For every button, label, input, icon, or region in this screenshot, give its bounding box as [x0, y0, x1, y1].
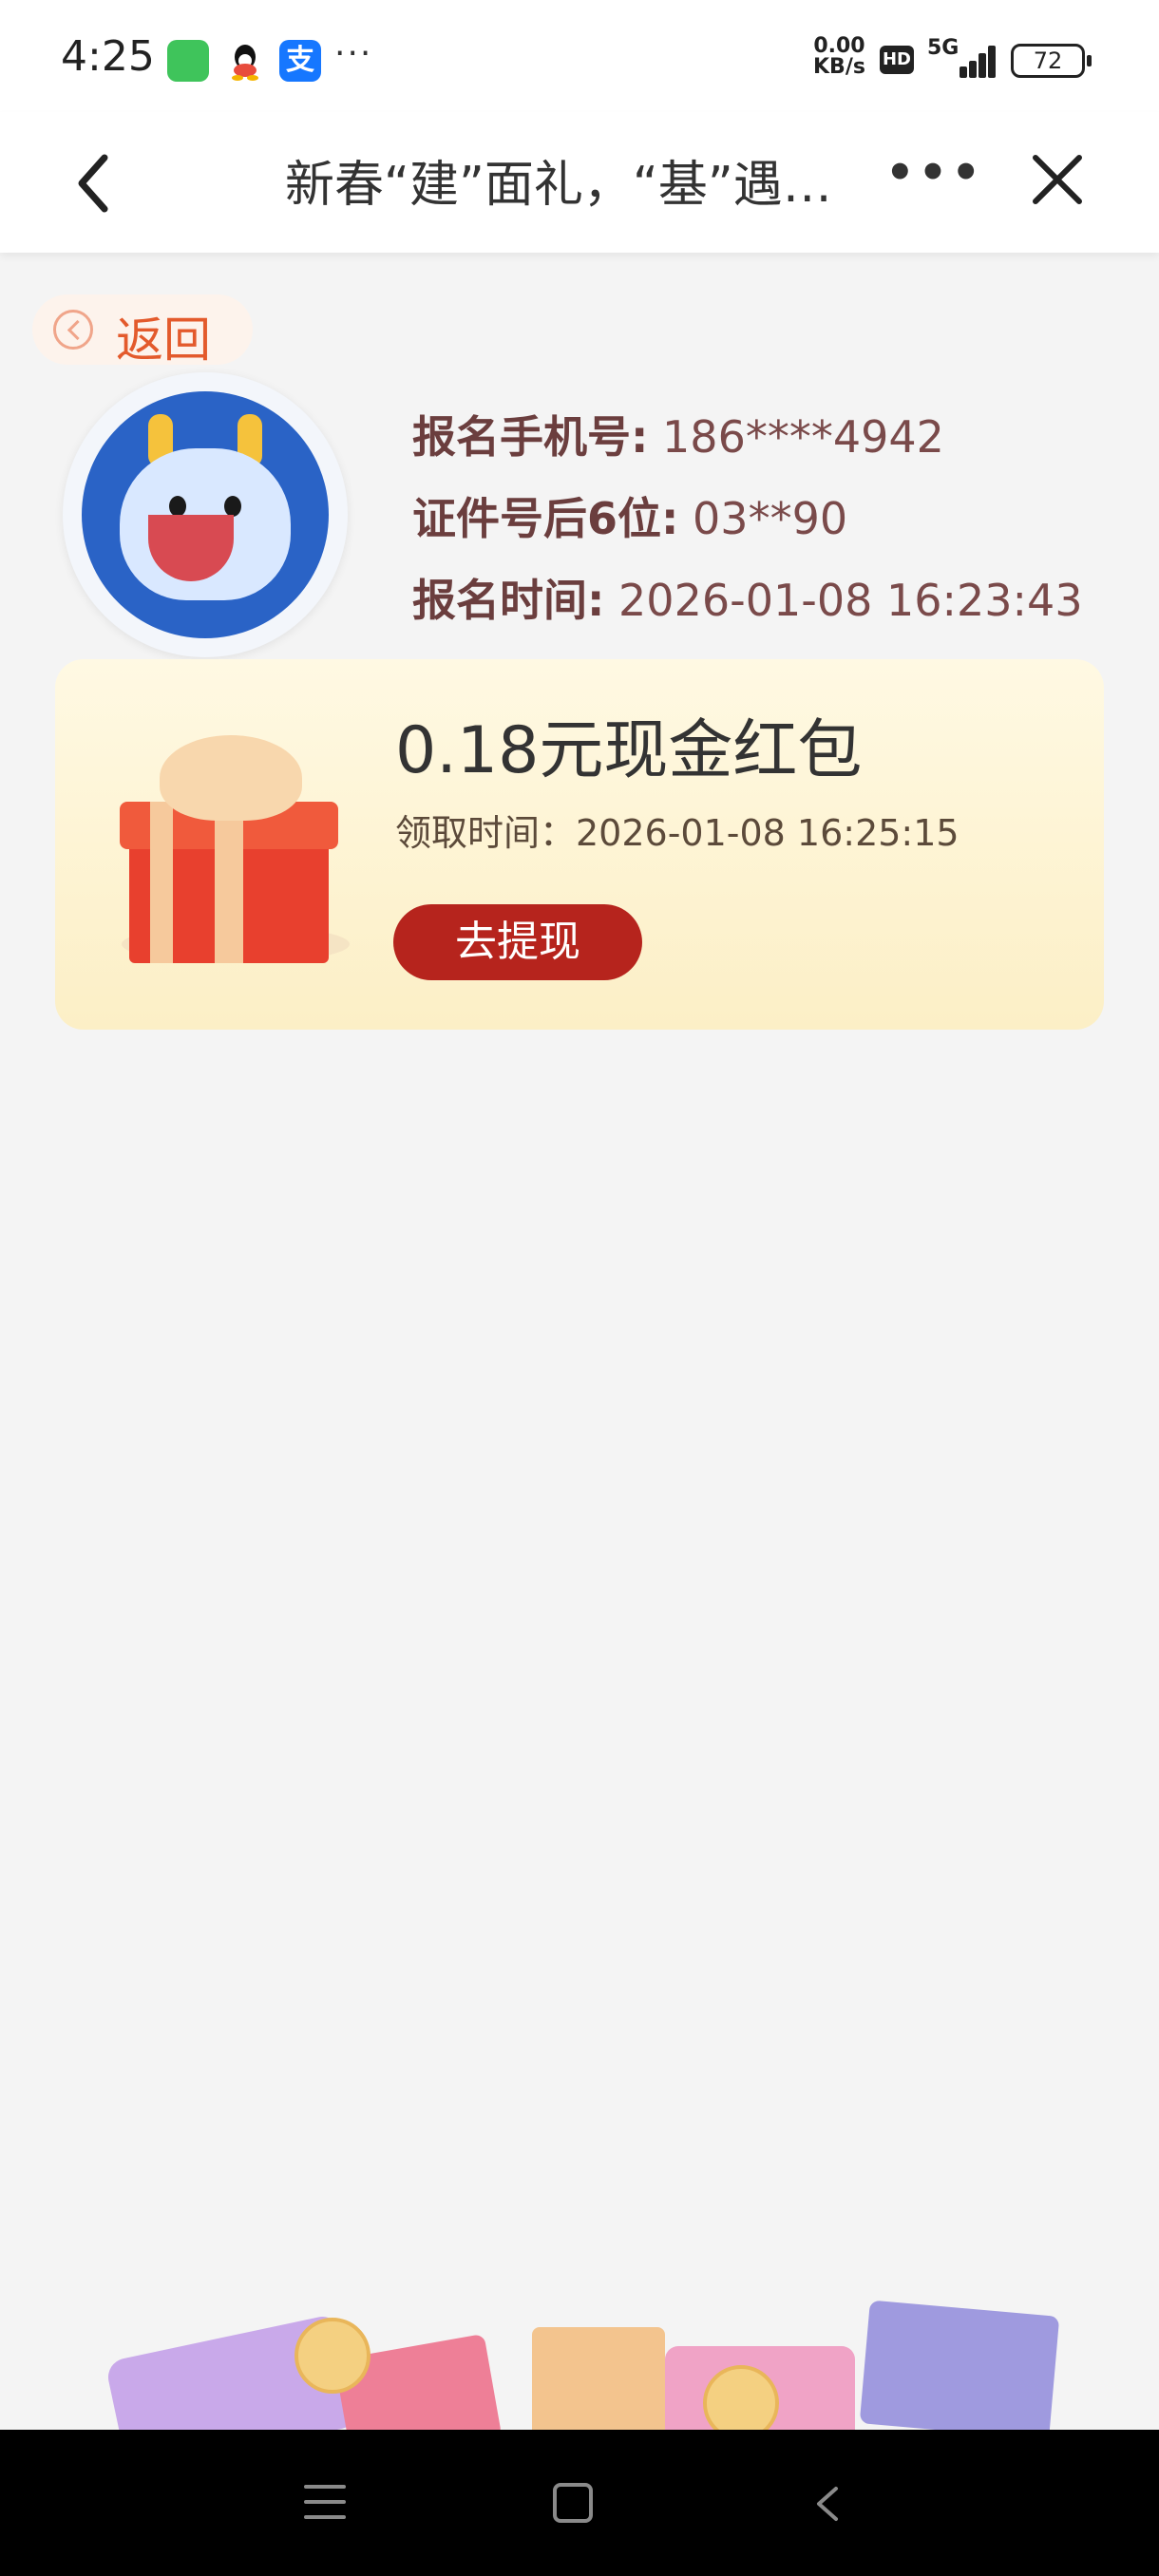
web-nav-bar: 新春“建”面礼，“基”遇… •••: [0, 112, 1159, 253]
gift-icon: [112, 716, 350, 963]
back-button-label: 返回: [116, 313, 211, 368]
wechat-icon: [167, 40, 209, 82]
coin-icon: [294, 2318, 370, 2394]
menu-icon[interactable]: [304, 2485, 346, 2521]
claim-time: 领取时间：2026-01-08 16:25:15: [395, 812, 960, 854]
status-time: 4:25: [61, 32, 155, 81]
page-title: 新春“建”面礼，“基”遇…: [285, 157, 832, 214]
net-speed: 0.00 KB/s: [813, 36, 865, 78]
id-label: 证件号后6位:: [412, 493, 679, 544]
status-bar: 4:25 支 ··· 0.00 KB/s HD 5G 72: [0, 0, 1159, 112]
dragon-mascot-icon: [82, 391, 329, 638]
qq-icon: [224, 40, 266, 82]
reward-card: 0.18元现金红包 领取时间：2026-01-08 16:25:15 去提现: [55, 659, 1104, 1030]
withdraw-button[interactable]: 去提现: [393, 904, 642, 980]
avatar: [63, 372, 348, 657]
id-row: 证件号后6位: 03**90: [412, 484, 847, 547]
decoration-banner: [0, 2280, 1159, 2432]
coin-icon: [703, 2365, 779, 2432]
reward-title: 0.18元现金红包: [395, 713, 863, 788]
alipay-icon: 支: [279, 40, 321, 82]
more-icon[interactable]: •••: [885, 146, 984, 199]
system-back-icon[interactable]: [813, 2485, 842, 2523]
signup-time-row: 报名时间: 2026-01-08 16:23:43: [412, 566, 1083, 629]
system-nav-bar: [0, 2430, 1159, 2576]
back-circle-icon: [53, 310, 93, 350]
id-value: 03**90: [693, 493, 848, 544]
close-icon[interactable]: [1028, 150, 1087, 209]
more-notifications-icon: ···: [334, 34, 373, 73]
phone-label: 报名手机号:: [412, 411, 649, 463]
hd-badge: HD: [880, 46, 914, 74]
signup-time-label: 报名时间:: [412, 575, 605, 626]
phone-row: 报名手机号: 186****4942: [412, 403, 944, 465]
back-button[interactable]: 返回: [32, 294, 253, 368]
battery-icon: 72: [1011, 44, 1092, 78]
home-icon[interactable]: [553, 2483, 593, 2523]
phone-value: 186****4942: [662, 411, 944, 463]
signup-time-value: 2026-01-08 16:23:43: [618, 575, 1083, 626]
net-speed-value: 0.00: [813, 34, 865, 58]
back-arrow-icon[interactable]: [66, 150, 124, 217]
signal-icon: [950, 44, 998, 78]
net-speed-unit: KB/s: [813, 55, 865, 79]
